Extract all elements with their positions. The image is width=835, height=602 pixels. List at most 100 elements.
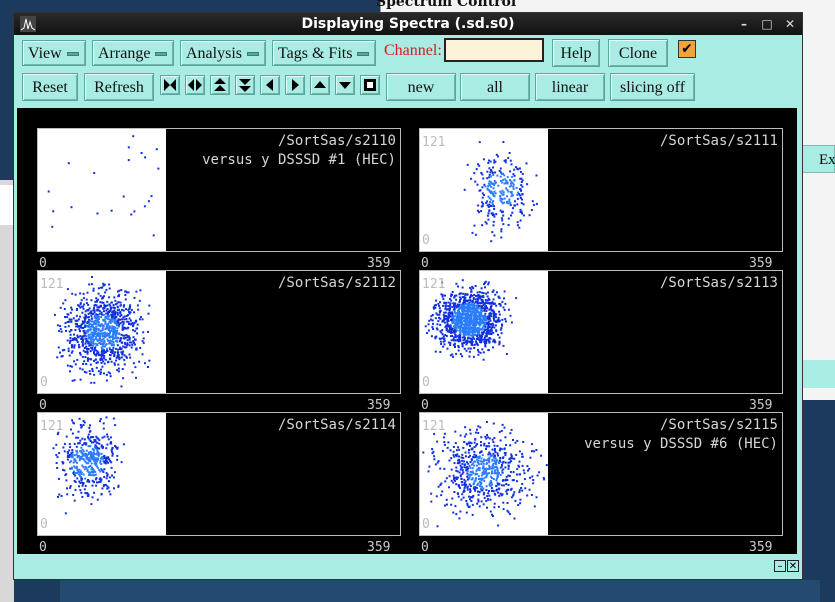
scatter-point <box>482 296 485 298</box>
scatter-point <box>104 351 107 354</box>
scatter-point <box>483 468 486 470</box>
scatter-point <box>101 329 104 332</box>
scatter-point <box>501 423 504 426</box>
scatter-point <box>86 340 89 342</box>
status-minimize-button[interactable]: – <box>774 560 786 572</box>
scatter-point <box>515 453 518 456</box>
scatter-point <box>521 455 524 458</box>
new-button[interactable]: new <box>386 73 456 101</box>
spectrum-panel[interactable]: /SortSas/s2110 versus y DSSSD #1 (HEC) <box>37 128 401 252</box>
scatter-point <box>506 181 509 184</box>
scatter-point <box>103 334 106 337</box>
scatter-point <box>83 360 86 363</box>
background-side-button[interactable]: Ex <box>800 145 835 173</box>
status-close-button[interactable]: ✕ <box>787 560 799 572</box>
scatter-point <box>83 438 86 441</box>
scatter-point <box>105 343 108 346</box>
scatter-point <box>477 204 480 207</box>
help-button[interactable]: Help <box>552 39 600 67</box>
spectra-display[interactable]: /SortSas/s2110 versus y DSSSD #1 (HEC) 0 35… <box>17 108 797 555</box>
channel-input[interactable] <box>444 38 544 62</box>
stop-button[interactable] <box>360 75 380 95</box>
scatter-point <box>125 291 128 294</box>
down-button[interactable] <box>335 75 355 95</box>
scatter-point <box>105 288 108 291</box>
arrange-menu[interactable]: Arrange <box>92 40 174 66</box>
close-button[interactable]: ✕ <box>782 16 798 32</box>
scatter-point <box>507 217 510 220</box>
refresh-button[interactable]: Refresh <box>84 73 154 101</box>
scatter-point <box>74 472 77 474</box>
scatter-point <box>490 332 493 335</box>
scatter-point <box>518 489 521 492</box>
first-button[interactable] <box>160 75 180 95</box>
scatter-point <box>461 453 464 456</box>
scatter-point <box>509 314 512 317</box>
spectrum-panel[interactable]: /SortSas/s2111 121 0 <box>419 128 783 252</box>
reset-button[interactable]: Reset <box>22 73 78 101</box>
scatter-point <box>59 351 61 354</box>
title-bar[interactable]: Displaying Spectra (.sd.s0) – □ ✕ <box>14 13 802 35</box>
scatter-point <box>95 458 98 460</box>
expand-horizontal-button[interactable] <box>185 75 205 95</box>
tags-fits-menu[interactable]: Tags & Fits <box>272 40 376 66</box>
right-button[interactable] <box>285 75 305 95</box>
scatter-point <box>477 498 480 501</box>
collapse-vertical-button[interactable] <box>235 75 255 95</box>
spectrum-name: /SortSas/s2115 <box>659 417 778 433</box>
scatter-point <box>84 324 87 327</box>
scatter-point <box>94 478 97 481</box>
scatter-point <box>454 324 457 327</box>
scatter-point <box>483 496 486 499</box>
scatter-point <box>487 185 490 188</box>
scatter-point <box>459 339 462 342</box>
scatter-point <box>64 325 67 328</box>
scatter-point <box>510 163 513 166</box>
scatter-point <box>100 351 103 353</box>
scatter-point <box>444 307 447 310</box>
up-button[interactable] <box>310 75 330 95</box>
clone-button[interactable]: Clone <box>608 39 668 67</box>
scatter-point <box>137 308 140 311</box>
scatter-point <box>480 460 482 463</box>
scatter-point <box>480 309 483 312</box>
spectrum-panel[interactable]: /SortSas/s2113 121 0 <box>419 270 783 394</box>
slicing-button[interactable]: slicing off <box>610 73 695 101</box>
scatter-point <box>109 442 112 445</box>
scatter-point <box>492 193 495 195</box>
scatter-point <box>114 351 117 354</box>
scatter-point <box>495 313 498 316</box>
collapse-vertical-icon <box>239 79 251 92</box>
scatter-point <box>447 301 450 304</box>
scatter-point <box>489 198 492 201</box>
scatter-point <box>469 444 471 447</box>
maximize-button[interactable]: □ <box>759 16 775 32</box>
left-button[interactable] <box>260 75 280 95</box>
scatter-point <box>466 475 469 478</box>
scatter-point <box>95 366 98 369</box>
scatter-point <box>535 202 538 205</box>
all-button[interactable]: all <box>460 73 530 101</box>
scatter-point <box>93 481 95 483</box>
scatter-point <box>481 467 484 470</box>
option-checkbox[interactable]: ✔ <box>678 40 696 58</box>
scatter-point <box>73 360 76 363</box>
view-menu[interactable]: View <box>22 40 86 66</box>
scatter-point <box>526 465 529 468</box>
scatter-point <box>509 471 512 473</box>
minimize-button[interactable]: – <box>736 16 752 32</box>
scatter-point <box>473 316 476 319</box>
scatter-point <box>484 335 487 338</box>
analysis-menu[interactable]: Analysis <box>180 40 266 66</box>
spectrum-panel[interactable]: /SortSas/s2114 121 0 <box>37 412 401 536</box>
spectrum-panel[interactable]: /SortSas/s2112 121 0 <box>37 270 401 394</box>
scatter-point <box>450 479 453 482</box>
linear-button[interactable]: linear <box>535 73 605 101</box>
scatter-point <box>109 436 112 439</box>
scatter-plot[interactable] <box>38 129 166 251</box>
scatter-point <box>93 491 96 494</box>
expand-vertical-button[interactable] <box>210 75 230 95</box>
scatter-point <box>489 337 492 340</box>
scatter-point <box>469 428 472 431</box>
spectrum-panel[interactable]: /SortSas/s2115 versus y DSSSD #6 (HEC) 121… <box>419 412 783 536</box>
